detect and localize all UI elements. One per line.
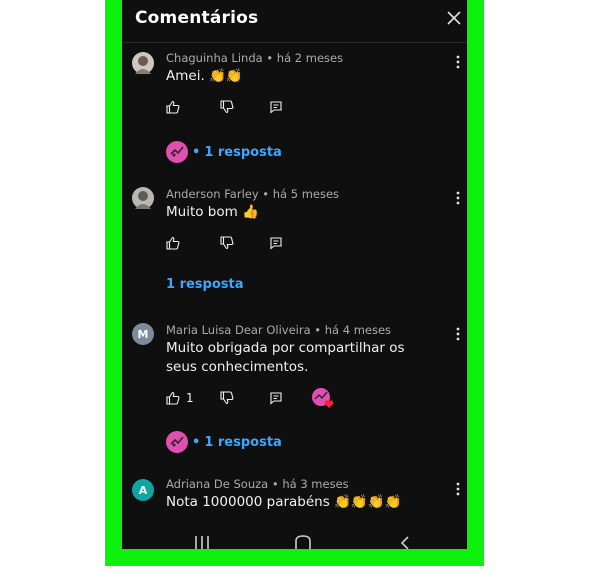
reply-button[interactable] — [269, 235, 283, 251]
comment-item: Anderson Farley • há 5 meses Muito bom 👍… — [122, 186, 467, 296]
kebab-icon[interactable] — [453, 326, 463, 342]
comments-panel: Comentários Chaguinha Linda • há 2 meses… — [122, 0, 467, 549]
comment-item: A Adriana De Souza • há 3 meses Nota 100… — [122, 477, 467, 527]
comment-text: Nota 1000000 parabéns 👏👏👏👏 — [166, 494, 402, 510]
comment-author[interactable]: Maria Luisa Dear Oliveira — [166, 323, 311, 337]
like-count: 1 — [186, 391, 194, 405]
creator-avatar — [166, 431, 188, 453]
comment-time: há 2 meses — [276, 51, 344, 65]
dislike-button[interactable] — [220, 235, 234, 251]
thumb-down-icon — [220, 391, 234, 405]
nav-back-icon[interactable] — [398, 532, 412, 549]
comment-author[interactable]: Chaguinha Linda — [166, 51, 263, 65]
comment-meta: Chaguinha Linda • há 2 meses — [166, 51, 344, 65]
thumb-up-icon — [166, 236, 180, 250]
comment-meta: Anderson Farley • há 5 meses — [166, 187, 340, 201]
comment-text: Muito obrigada por compartilhar os seus … — [166, 340, 405, 375]
kebab-icon[interactable] — [453, 54, 463, 70]
dislike-button[interactable] — [220, 390, 234, 406]
comment-actions — [166, 99, 406, 117]
thumb-down-icon — [220, 236, 234, 250]
kebab-icon[interactable] — [453, 481, 463, 497]
view-replies-link[interactable]: • 1 resposta — [166, 141, 282, 163]
creator-avatar — [166, 141, 188, 163]
avatar[interactable]: M — [132, 323, 154, 345]
dislike-button[interactable] — [220, 99, 234, 115]
reply-icon — [270, 101, 282, 114]
creator-heart-badge — [312, 388, 334, 408]
comment-author[interactable]: Adriana De Souza — [166, 477, 268, 491]
thumb-down-icon — [220, 100, 234, 114]
comment-author[interactable]: Anderson Farley — [166, 187, 259, 201]
heart-icon — [324, 400, 334, 408]
nav-home-icon[interactable] — [294, 532, 312, 549]
like-button[interactable] — [166, 99, 180, 115]
reply-count-label: 1 resposta — [204, 434, 282, 450]
reply-icon — [270, 392, 282, 405]
reply-button[interactable] — [269, 99, 283, 115]
comment-time: há 5 meses — [272, 187, 340, 201]
reply-button[interactable] — [269, 390, 283, 406]
system-nav-bar — [122, 532, 467, 549]
reply-icon — [270, 237, 282, 250]
page-title: Comentários — [135, 8, 259, 28]
avatar[interactable]: A — [132, 479, 154, 501]
view-replies-link[interactable]: 1 resposta — [166, 277, 244, 292]
comment-meta: Maria Luisa Dear Oliveira • há 4 meses — [166, 323, 392, 337]
view-replies-link[interactable]: • 1 resposta — [166, 431, 282, 453]
like-button[interactable] — [166, 235, 180, 251]
comment-text: Muito bom 👍 — [166, 204, 259, 220]
comment-meta: Adriana De Souza • há 3 meses — [166, 477, 349, 491]
nav-recents-icon[interactable] — [193, 532, 211, 549]
reply-count-label: 1 resposta — [166, 277, 244, 292]
comment-actions — [166, 235, 406, 253]
comment-item: M Maria Luisa Dear Oliveira • há 4 meses… — [122, 322, 467, 462]
avatar[interactable] — [132, 52, 154, 74]
thumb-up-icon — [166, 100, 180, 114]
comment-time: há 3 meses — [282, 477, 349, 491]
comment-text: Amei. 👏👏 — [166, 68, 243, 84]
avatar[interactable] — [132, 187, 154, 209]
comment-item: Chaguinha Linda • há 2 meses Amei. 👏👏 • … — [122, 50, 467, 170]
kebab-icon[interactable] — [453, 190, 463, 206]
reply-count-label: 1 resposta — [204, 144, 282, 160]
comment-actions: 1 — [166, 388, 406, 408]
like-button[interactable]: 1 — [166, 390, 194, 406]
thumb-up-icon — [166, 391, 180, 405]
comments-header: Comentários — [122, 0, 467, 43]
comment-time: há 4 meses — [324, 323, 392, 337]
close-icon[interactable] — [445, 9, 463, 27]
